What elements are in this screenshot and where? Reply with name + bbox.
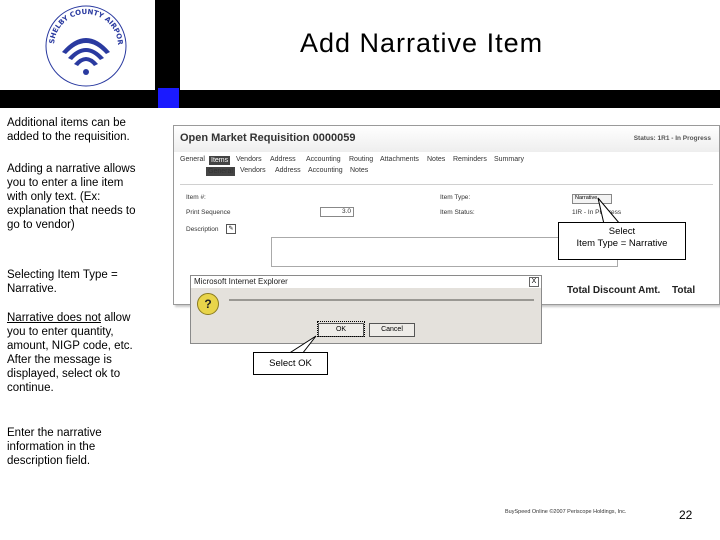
note-additional-items: Additional items can be added to the req…	[7, 117, 130, 143]
note-narrative-definition: Adding a narrative allows you to enter a…	[7, 163, 136, 231]
subtab-vendors[interactable]: Vendors	[240, 167, 266, 174]
subtab-notes[interactable]: Notes	[350, 167, 368, 174]
note-select-item-type: Selecting Item Type = Narrative.	[7, 269, 118, 295]
subtab-accounting[interactable]: Accounting	[308, 167, 343, 174]
tab-items[interactable]: Items	[209, 156, 231, 165]
slide-title: Add Narrative Item	[300, 28, 544, 58]
header-blue-block	[158, 88, 179, 108]
callout-select-ok: Select OK	[253, 352, 328, 375]
narrative-warning-dialog: Microsoft Internet Explorer X ? OK Cance…	[190, 275, 542, 344]
print-sequence-input[interactable]: 3.0	[320, 207, 354, 217]
subtab-address[interactable]: Address	[275, 167, 301, 174]
airport-authority-logo: SHELBY COUNTY AIRPORT AUTHORITY	[44, 4, 127, 87]
dialog-message	[229, 299, 534, 301]
warning-icon: ?	[197, 293, 219, 315]
item-status-label: Item Status:	[440, 209, 475, 216]
tab-vendors[interactable]: Vendors	[236, 156, 262, 163]
subtab-general[interactable]: General	[206, 167, 235, 176]
item-number-label: Item #:	[186, 194, 206, 201]
dialog-title: Microsoft Internet Explorer	[194, 277, 288, 286]
spellcheck-icon[interactable]: ✎	[226, 224, 236, 234]
tab-routing[interactable]: Routing	[349, 156, 373, 163]
column-total: Total	[672, 285, 696, 296]
tab-address[interactable]: Address	[270, 156, 296, 163]
close-icon[interactable]: X	[529, 277, 539, 287]
requisition-status: Status: 1R1 - In Progress	[633, 135, 711, 142]
page-number: 22	[679, 508, 693, 522]
print-sequence-label: Print Sequence	[186, 209, 231, 216]
dialog-cancel-button[interactable]: Cancel	[369, 323, 415, 337]
item-type-label: Item Type:	[440, 194, 471, 201]
tab-summary[interactable]: Summary	[494, 156, 524, 163]
column-total-discount: Total Discount Amt.	[567, 285, 661, 296]
requisition-title: Open Market Requisition 0000059	[180, 132, 356, 144]
note-underlined-text: Narrative does not	[7, 312, 101, 324]
dialog-titlebar: Microsoft Internet Explorer X	[191, 276, 541, 288]
ok-highlight	[317, 321, 365, 337]
line-items-table-header: Total Discount Amt. Total	[543, 283, 718, 298]
tab-notes[interactable]: Notes	[427, 156, 445, 163]
callout-narrative-line1: Select	[608, 226, 636, 237]
tab-attachments[interactable]: Attachments	[380, 156, 419, 163]
tab-accounting[interactable]: Accounting	[306, 156, 341, 163]
description-label: Description	[186, 226, 219, 233]
tab-general[interactable]: General	[180, 156, 205, 163]
footer-copyright: BuySpeed Online ©2007 Periscope Holdings…	[505, 509, 627, 515]
note-narrative-restrictions: Narrative does not allow you to enter qu…	[7, 311, 142, 395]
note-restrictions-rest: allow you to enter quantity, amount, NIG…	[7, 312, 133, 394]
callout-narrative-line2: Item Type = Narrative	[576, 238, 668, 249]
tab-reminders[interactable]: Reminders	[453, 156, 487, 163]
note-enter-description: Enter the narrative information in the d…	[7, 427, 102, 467]
header-horizontal-bar	[0, 90, 720, 108]
callout-select-narrative: Select Item Type = Narrative	[558, 222, 686, 260]
